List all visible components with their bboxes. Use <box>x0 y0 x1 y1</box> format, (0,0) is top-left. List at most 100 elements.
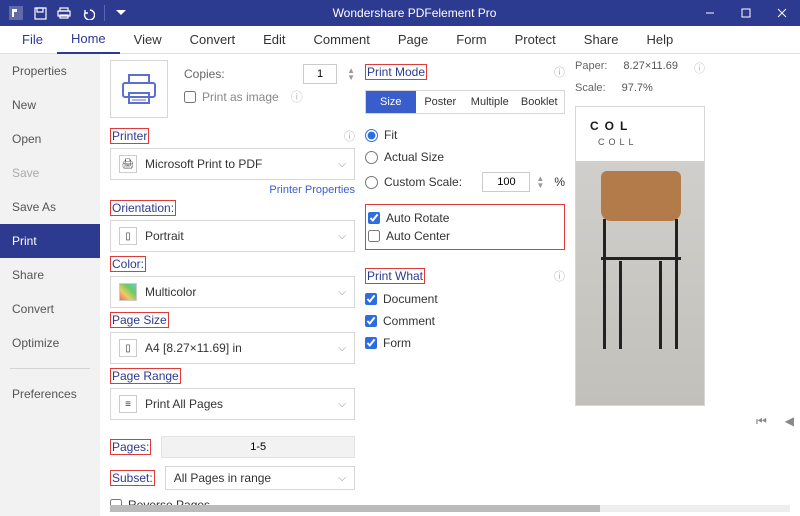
actual-label: Actual Size <box>384 150 444 164</box>
mode-size[interactable]: Size <box>366 91 416 113</box>
scale-label: Scale: <box>575 82 606 94</box>
info-icon: ⓘ <box>694 60 705 76</box>
save-icon[interactable] <box>32 5 48 21</box>
tab-form[interactable]: Form <box>442 26 500 54</box>
mode-multiple[interactable]: Multiple <box>465 91 515 113</box>
print-comment-checkbox[interactable] <box>365 315 377 327</box>
print-as-image-checkbox[interactable] <box>184 91 196 103</box>
sidebar-item-print[interactable]: Print <box>0 224 100 258</box>
print-as-image-label: Print as image <box>202 90 279 104</box>
printer-value: Microsoft Print to PDF <box>145 157 262 171</box>
auto-center-label: Auto Center <box>386 229 450 243</box>
page-range-dropdown[interactable]: ≡ Print All Pages ⌵ <box>110 388 355 420</box>
title-bar: Wondershare PDFelement Pro <box>0 0 800 26</box>
copies-input[interactable] <box>303 64 337 84</box>
fit-radio[interactable] <box>365 129 378 142</box>
print-document-checkbox[interactable] <box>365 293 377 305</box>
tab-view[interactable]: View <box>120 26 176 54</box>
file-sidebar: Properties New Open Save Save As Print S… <box>0 54 100 516</box>
print-form-checkbox[interactable] <box>365 337 377 349</box>
info-icon: ⓘ <box>554 64 565 80</box>
auto-center-checkbox[interactable] <box>368 230 380 242</box>
subset-label: Subset: <box>110 470 155 486</box>
sidebar-item-open[interactable]: Open <box>0 122 100 156</box>
undo-icon[interactable] <box>80 5 96 21</box>
tab-edit[interactable]: Edit <box>249 26 299 54</box>
page-range-header: Page Range <box>110 368 181 384</box>
paper-label: Paper: <box>575 60 607 76</box>
tab-file[interactable]: File <box>8 26 57 54</box>
close-button[interactable] <box>764 0 800 26</box>
print-mode-column: Print Modeⓘ Size Poster Multiple Booklet… <box>365 60 565 516</box>
app-icon <box>8 5 24 21</box>
minimize-button[interactable] <box>692 0 728 26</box>
print-what-header: Print What <box>365 268 425 284</box>
tab-convert[interactable]: Convert <box>176 26 250 54</box>
chevron-down-icon: ⌵ <box>338 287 346 298</box>
preview-image <box>576 161 704 405</box>
subset-dropdown[interactable]: All Pages in range ⌵ <box>165 466 355 490</box>
tab-home[interactable]: Home <box>57 26 120 54</box>
percent-label: % <box>554 175 565 189</box>
page-icon: ▯ <box>119 339 137 357</box>
color-dropdown[interactable]: Multicolor ⌵ <box>110 276 355 308</box>
color-value: Multicolor <box>145 285 196 299</box>
tab-help[interactable]: Help <box>633 26 688 54</box>
chevron-down-icon: ⌵ <box>338 343 346 354</box>
mode-booklet[interactable]: Booklet <box>515 91 565 113</box>
orientation-header: Orientation: <box>110 200 176 216</box>
scale-value: 97.7% <box>622 82 653 94</box>
printer-properties-link[interactable]: Printer Properties <box>110 184 355 196</box>
auto-rotate-checkbox[interactable] <box>368 212 380 224</box>
page-preview: COL COLL <box>575 106 705 406</box>
chevron-down-icon: ⌵ <box>338 159 346 170</box>
print-icon[interactable] <box>56 5 72 21</box>
printer-dropdown[interactable]: 🖨 Microsoft Print to PDF ⌵ <box>110 148 355 180</box>
maximize-button[interactable] <box>728 0 764 26</box>
print-form-label: Form <box>383 336 411 350</box>
auto-rotate-label: Auto Rotate <box>386 211 449 225</box>
chevron-down-icon: ⌵ <box>338 473 346 484</box>
dropdown-icon[interactable] <box>113 5 129 21</box>
horizontal-scrollbar[interactable] <box>110 505 790 512</box>
color-header: Color: <box>110 256 146 272</box>
copies-label: Copies: <box>184 67 225 81</box>
sidebar-item-new[interactable]: New <box>0 88 100 122</box>
info-icon: ⓘ <box>344 128 355 144</box>
actual-radio[interactable] <box>365 151 378 164</box>
custom-radio[interactable] <box>365 176 378 189</box>
sidebar-item-share[interactable]: Share <box>0 258 100 292</box>
printer-header: Printer <box>110 128 149 144</box>
prev-page-button[interactable]: ◀ <box>785 414 794 429</box>
tab-protect[interactable]: Protect <box>501 26 570 54</box>
tab-page[interactable]: Page <box>384 26 442 54</box>
multicolor-icon <box>119 283 137 301</box>
sidebar-item-convert[interactable]: Convert <box>0 292 100 326</box>
custom-scale-stepper[interactable]: ▲▼ <box>536 175 544 189</box>
info-icon: ⓘ <box>291 88 303 105</box>
main-area: Properties New Open Save Save As Print S… <box>0 54 800 516</box>
print-comment-label: Comment <box>383 314 435 328</box>
sidebar-item-saveas[interactable]: Save As <box>0 190 100 224</box>
orientation-dropdown[interactable]: ▯ Portrait ⌵ <box>110 220 355 252</box>
copies-stepper[interactable]: ▲▼ <box>347 67 355 81</box>
sidebar-item-save[interactable]: Save <box>0 156 100 190</box>
window-title: Wondershare PDFelement Pro <box>137 6 692 20</box>
info-icon: ⓘ <box>554 268 565 284</box>
page-size-value: A4 [8.27×11.69] in <box>145 341 242 355</box>
orientation-value: Portrait <box>145 229 184 243</box>
chevron-down-icon: ⌵ <box>338 231 346 242</box>
page-size-dropdown[interactable]: ▯ A4 [8.27×11.69] in ⌵ <box>110 332 355 364</box>
custom-scale-input[interactable] <box>482 172 530 192</box>
ribbon-tabs: File Home View Convert Edit Comment Page… <box>0 26 800 54</box>
print-mode-tabs: Size Poster Multiple Booklet <box>365 90 565 114</box>
sidebar-item-properties[interactable]: Properties <box>0 54 100 88</box>
sidebar-item-preferences[interactable]: Preferences <box>0 377 100 411</box>
mode-poster[interactable]: Poster <box>416 91 466 113</box>
preview-column: Paper: 8.27×11.69 ⓘ Scale: 97.7% COL COL… <box>575 60 794 516</box>
first-page-button[interactable]: ⏮ <box>756 414 767 429</box>
pages-input[interactable] <box>161 436 355 458</box>
sidebar-item-optimize[interactable]: Optimize <box>0 326 100 360</box>
tab-share[interactable]: Share <box>570 26 633 54</box>
tab-comment[interactable]: Comment <box>300 26 384 54</box>
